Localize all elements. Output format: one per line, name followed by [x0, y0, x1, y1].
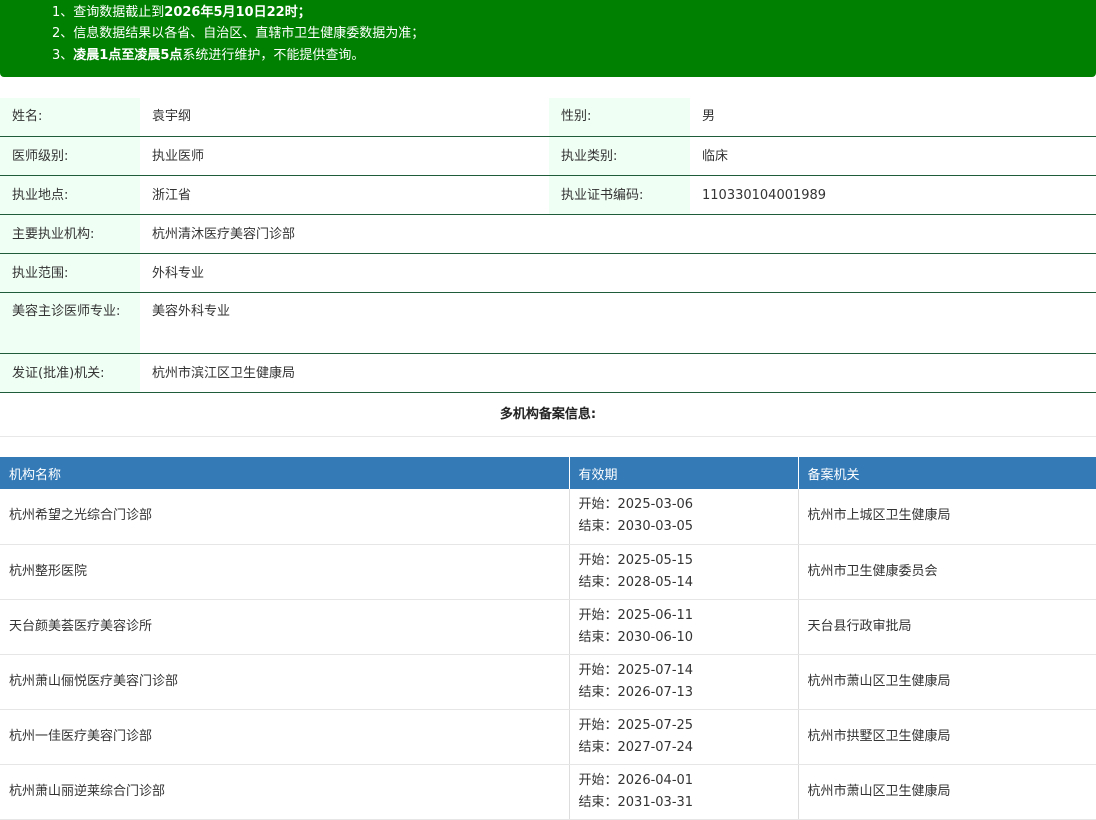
scope-label: 执业范围:: [0, 253, 140, 293]
institution-value: 杭州清沐医疗美容门诊部: [140, 214, 1096, 254]
validity-end: 结束：2030-03-05: [578, 519, 694, 535]
validity-end: 结束：2027-07-24: [578, 739, 694, 755]
table-row: 杭州希望之光综合门诊部 开始：2025-03-06 结束：2030-03-05 …: [0, 489, 1096, 545]
gender-value: 男: [690, 98, 1096, 137]
validity-start: 开始：2025-07-14: [578, 662, 694, 678]
cosmetic-label: 美容主诊医师专业:: [0, 292, 140, 354]
institution-name: 杭州整形医院: [0, 544, 570, 600]
notice-line-1: 1、查询数据截止到2026年5月10日22时；: [52, 5, 311, 20]
record-authority: 杭州市卫生健康委员会: [798, 544, 1096, 600]
level-label: 医师级别:: [0, 136, 140, 176]
table-row: 杭州一佳医疗美容门诊部 开始：2025-07-25 结束：2027-07-24 …: [0, 709, 1096, 765]
institution-name: 杭州希望之光综合门诊部: [0, 489, 570, 545]
cert-label: 执业证书编码:: [549, 175, 690, 215]
validity-start: 开始：2025-07-25: [578, 717, 694, 733]
header-validity: 有效期: [569, 457, 799, 489]
validity-period: 开始：2025-05-15 结束：2028-05-14: [569, 544, 799, 600]
cosmetic-value: 美容外科专业: [140, 292, 1096, 354]
validity-period: 开始：2025-07-14 结束：2026-07-13: [569, 654, 799, 710]
validity-end: 结束：2026-07-13: [578, 684, 694, 700]
record-authority: 杭州市拱墅区卫生健康局: [798, 709, 1096, 765]
institution-name: 天台颜美荟医疗美容诊所: [0, 599, 570, 655]
issuer-value: 杭州市滨江区卫生健康局: [140, 353, 1096, 393]
notice-line-3: 3、凌晨1点至凌晨5点系统进行维护，不能提供查询。: [52, 48, 365, 63]
institution-label: 主要执业机构:: [0, 214, 140, 254]
validity-period: 开始：2025-07-25 结束：2027-07-24: [569, 709, 799, 765]
category-label: 执业类别:: [549, 136, 690, 176]
institution-name: 杭州萧山俪悦医疗美容门诊部: [0, 654, 570, 710]
validity-start: 开始：2025-06-11: [578, 607, 694, 623]
name-label: 姓名:: [0, 98, 140, 137]
notice-line-2: 2、信息数据结果以各省、自治区、直辖市卫生健康委数据为准；: [52, 26, 425, 41]
record-authority: 杭州市萧山区卫生健康局: [798, 764, 1096, 820]
name-value: 袁宇纲: [140, 98, 549, 137]
validity-start: 开始：2025-05-15: [578, 552, 694, 568]
institution-table: 机构名称 有效期 备案机关 杭州希望之光综合门诊部 开始：2025-03-06 …: [0, 457, 1096, 820]
category-value: 临床: [690, 136, 1096, 176]
notice-deadline: 2026年5月10日22时: [164, 5, 298, 20]
institution-table-header: 机构名称 有效期 备案机关: [0, 457, 1096, 489]
info-row-cosmetic: 美容主诊医师专业: 美容外科专业: [0, 292, 1096, 354]
table-row: 杭州整形医院 开始：2025-05-15 结束：2028-05-14 杭州市卫生…: [0, 544, 1096, 600]
info-row-issuer: 发证(批准)机关: 杭州市滨江区卫生健康局: [0, 353, 1096, 393]
table-row: 杭州萧山俪悦医疗美容门诊部 开始：2025-07-14 结束：2026-07-1…: [0, 654, 1096, 710]
institution-name: 杭州萧山丽逆莱综合门诊部: [0, 764, 570, 820]
info-row-name: 姓名: 袁宇纲 性别: 男: [0, 98, 1096, 137]
location-value: 浙江省: [140, 175, 549, 215]
table-row: 杭州萧山丽逆莱综合门诊部 开始：2026-04-01 结束：2031-03-31…: [0, 764, 1096, 820]
cert-value: 110330104001989: [690, 175, 1096, 215]
validity-start: 开始：2026-04-01: [578, 772, 694, 788]
location-label: 执业地点:: [0, 175, 140, 215]
validity-end: 结束：2028-05-14: [578, 574, 694, 590]
level-value: 执业医师: [140, 136, 549, 176]
table-row: 天台颜美荟医疗美容诊所 开始：2025-06-11 结束：2030-06-10 …: [0, 599, 1096, 655]
validity-end: 结束：2030-06-10: [578, 629, 694, 645]
multi-institution-title: 多机构备案信息:: [0, 393, 1096, 437]
notice-maintenance-time: 凌晨1点至凌晨5点: [73, 48, 183, 63]
validity-period: 开始：2026-04-01 结束：2031-03-31: [569, 764, 799, 820]
scope-value: 外科专业: [140, 253, 1096, 293]
info-row-location: 执业地点: 浙江省 执业证书编码: 110330104001989: [0, 175, 1096, 215]
info-row-level: 医师级别: 执业医师 执业类别: 临床: [0, 136, 1096, 176]
header-authority: 备案机关: [798, 457, 1096, 489]
validity-period: 开始：2025-06-11 结束：2030-06-10: [569, 599, 799, 655]
gender-label: 性别:: [549, 98, 690, 137]
info-row-institution: 主要执业机构: 杭州清沐医疗美容门诊部: [0, 214, 1096, 254]
issuer-label: 发证(批准)机关:: [0, 353, 140, 393]
validity-end: 结束：2031-03-31: [578, 794, 694, 810]
record-authority: 杭州市萧山区卫生健康局: [798, 654, 1096, 710]
record-authority: 天台县行政审批局: [798, 599, 1096, 655]
institution-name: 杭州一佳医疗美容门诊部: [0, 709, 570, 765]
validity-period: 开始：2025-03-06 结束：2030-03-05: [569, 489, 799, 545]
doctor-info-table: 姓名: 袁宇纲 性别: 男 医师级别: 执业医师 执业类别: 临床 执业地点: …: [0, 98, 1096, 393]
validity-start: 开始：2025-03-06: [578, 497, 694, 513]
record-authority: 杭州市上城区卫生健康局: [798, 489, 1096, 545]
header-institution-name: 机构名称: [0, 457, 570, 489]
notice-banner: 1、查询数据截止到2026年5月10日22时； 2、信息数据结果以各省、自治区、…: [0, 0, 1096, 77]
info-row-scope: 执业范围: 外科专业: [0, 253, 1096, 293]
